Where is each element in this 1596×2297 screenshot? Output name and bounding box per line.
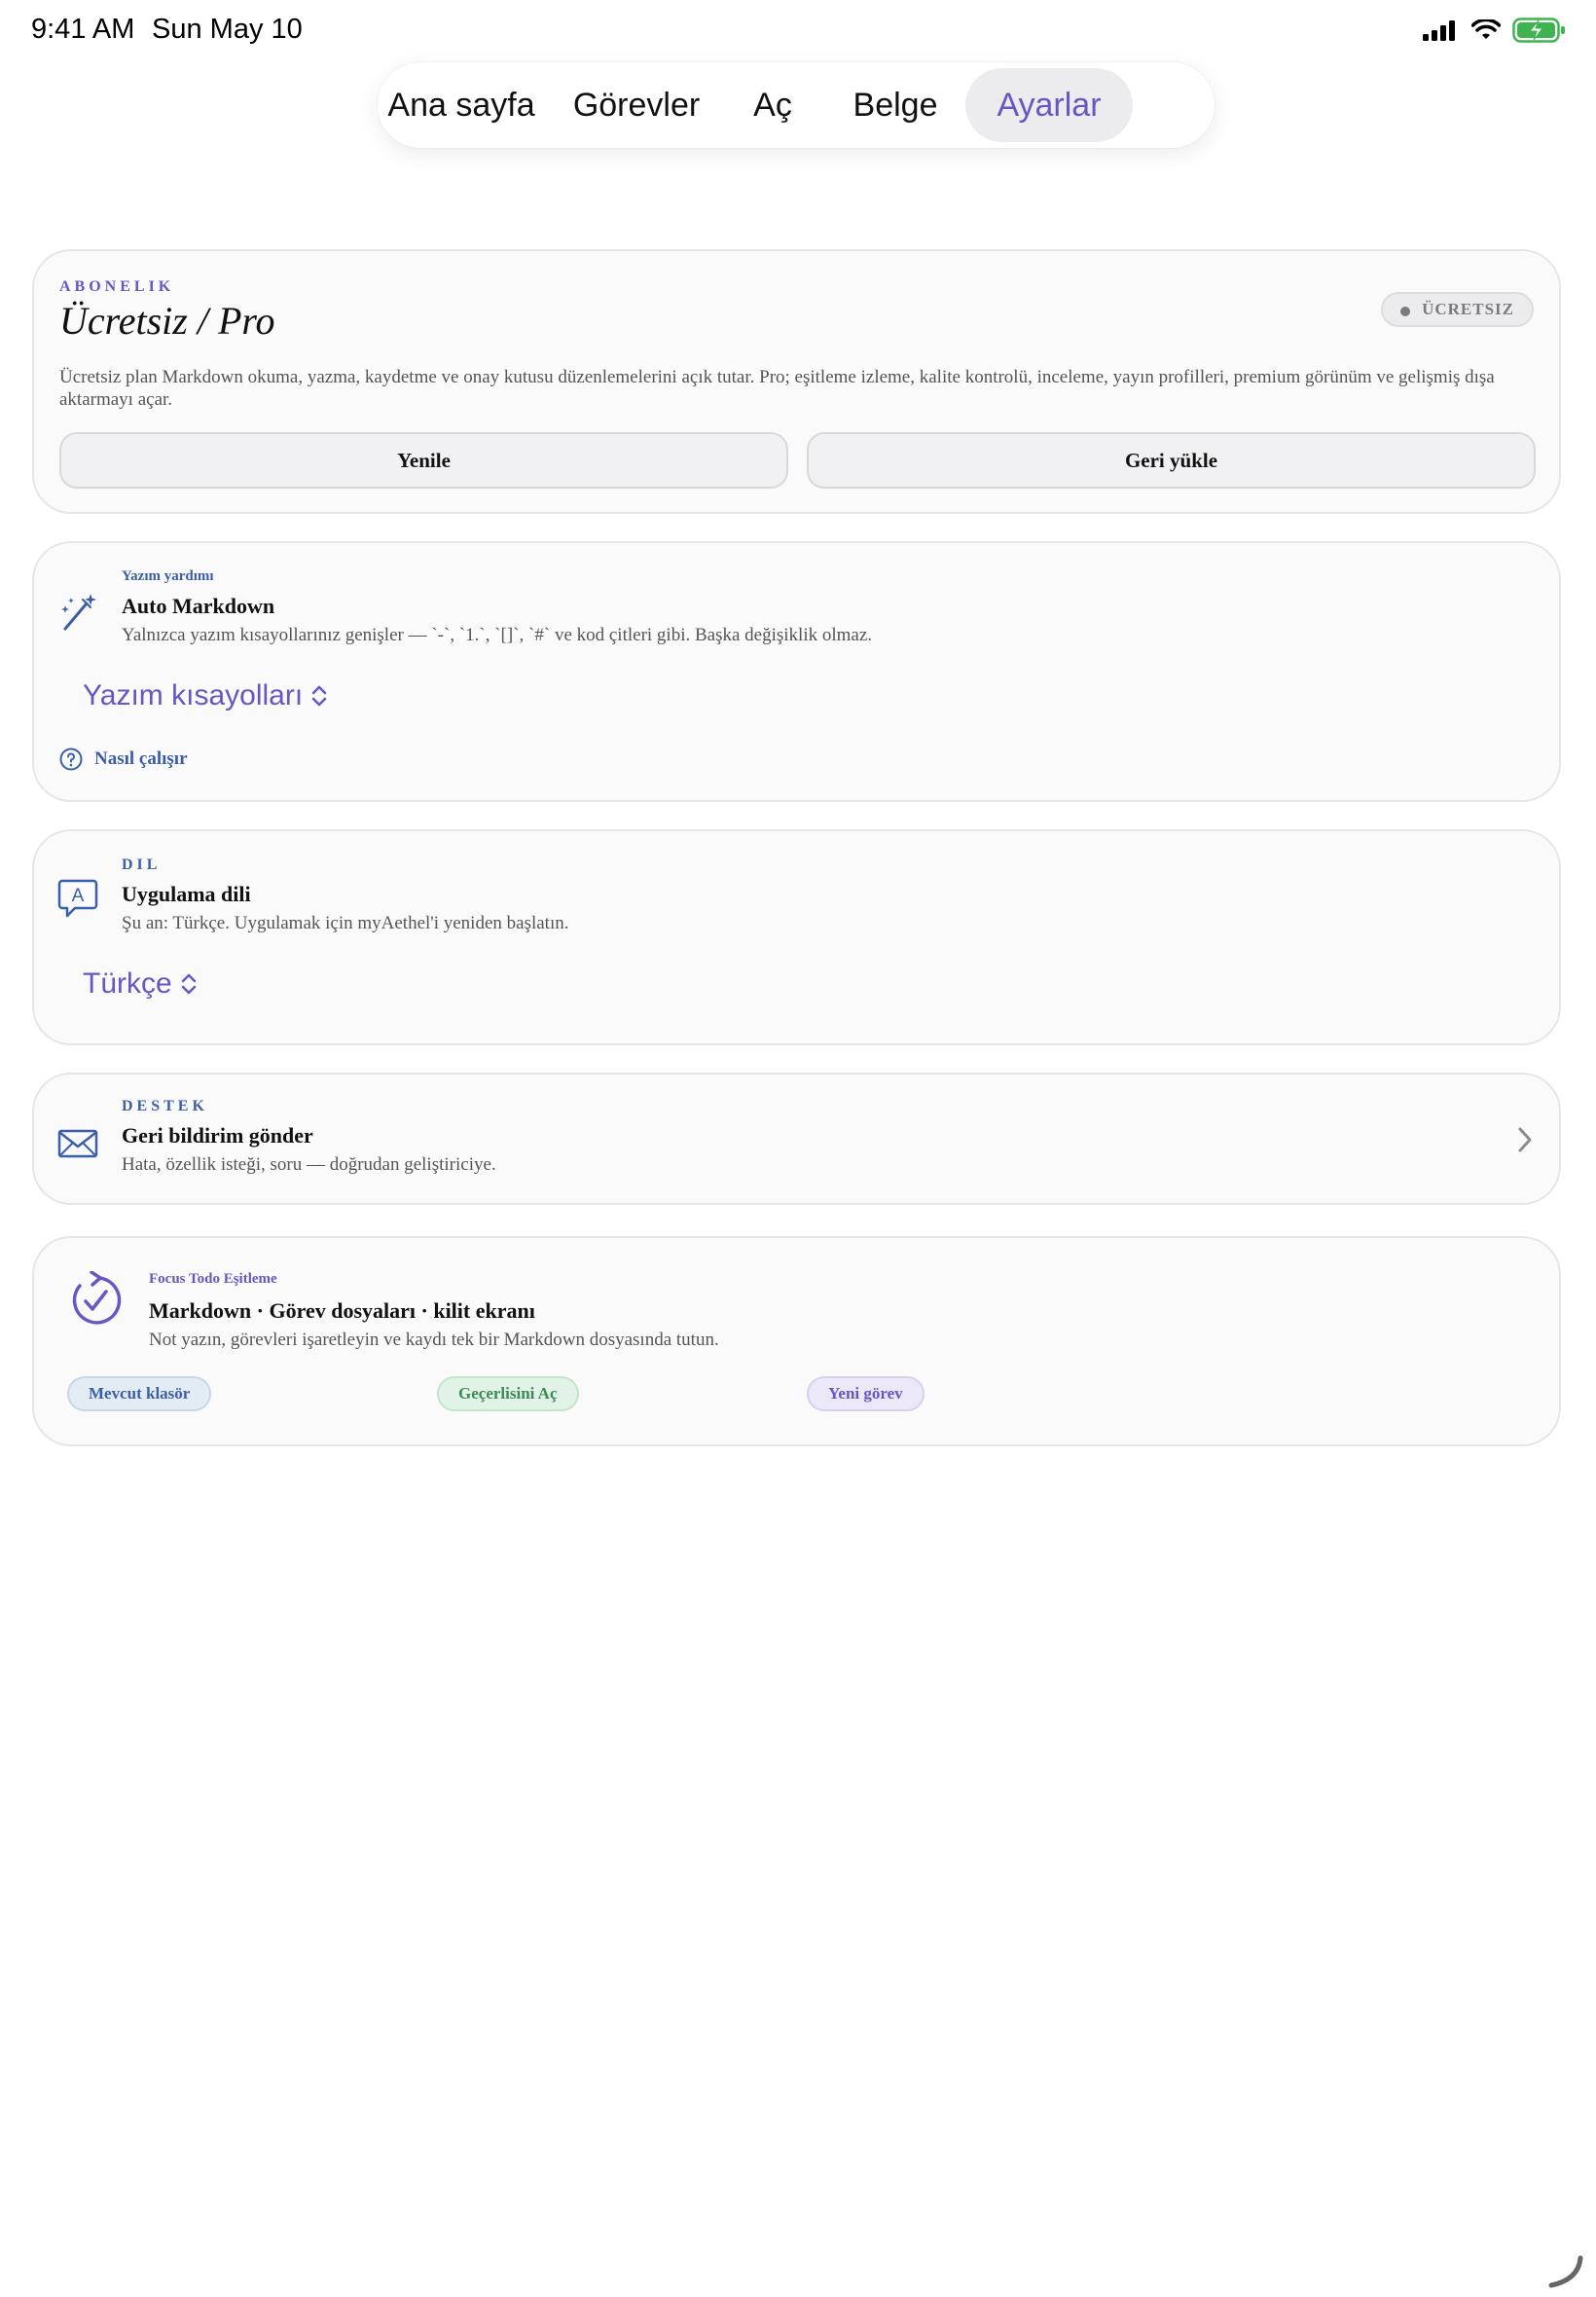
plan-status-badge: ÜCRETSIZ (1381, 292, 1534, 327)
language-title: Uygulama dili (122, 882, 251, 906)
subscription-eyebrow: ABONELIK (59, 278, 175, 295)
sync-eyebrow: Focus Todo Eşitleme (149, 1271, 277, 1287)
tab-home[interactable]: Ana sayfa (383, 68, 539, 142)
status-time: 9:41 AM (31, 14, 135, 45)
tab-settings[interactable]: Ayarlar (965, 68, 1133, 142)
svg-text:A: A (72, 886, 85, 906)
subscription-card: ABONELIK Ücretsiz / Pro ÜCRETSIZ Ücretsi… (32, 249, 1561, 514)
refresh-button[interactable]: Yenile (59, 432, 788, 489)
language-picker[interactable]: Türkçe (83, 967, 198, 1001)
tab-tasks[interactable]: Görevler (568, 68, 705, 142)
feedback-description: Hata, özellik isteği, soru — doğrudan ge… (122, 1154, 496, 1175)
envelope-icon (57, 1129, 98, 1158)
help-circle-icon (59, 747, 83, 771)
tab-bar: Ana sayfa Görevler Aç Belge Ayarlar (378, 62, 1215, 148)
battery-charging-icon (1512, 18, 1565, 43)
shortcut-mode-picker-value: Yazım kısayolları (83, 679, 304, 711)
open-current-chip[interactable]: Geçerlisini Aç (437, 1376, 579, 1411)
support-eyebrow: DESTEK (122, 1098, 208, 1114)
writing-assist-description: Yalnızca yazım kısayollarınız genişler —… (122, 625, 873, 645)
feedback-title: Geri bildirim gönder (122, 1123, 313, 1148)
shortcut-mode-picker[interactable]: Yazım kısayolları (83, 679, 328, 712)
status-date: Sun May 10 (152, 14, 303, 45)
how-it-works-label: Nasıl çalışır (94, 748, 188, 769)
subscription-description: Ücretsiz plan Markdown okuma, yazma, kay… (59, 367, 1495, 410)
language-eyebrow: DIL (122, 857, 162, 873)
status-bar: 9:41 AM Sun May 10 (0, 0, 1596, 62)
language-card: A DIL Uygulama dili Şu an: Türkçe. Uygul… (32, 829, 1561, 1045)
sync-check-icon (72, 1271, 122, 1325)
how-it-works-link[interactable]: Nasıl çalışır (59, 747, 188, 771)
writing-assist-card: Yazım yardımı Auto Markdown Yalnızca yaz… (32, 541, 1561, 802)
current-folder-chip[interactable]: Mevcut klasör (67, 1376, 212, 1411)
sync-card: Focus Todo Eşitleme Markdown · Görev dos… (32, 1236, 1561, 1446)
magic-wand-icon (61, 594, 96, 631)
chevron-up-down-icon (181, 973, 196, 995)
status-icons (1423, 18, 1567, 43)
feedback-card[interactable]: DESTEK Geri bildirim gönder Hata, özelli… (32, 1073, 1561, 1205)
home-indicator-icon (1548, 2255, 1583, 2288)
subscription-title: Ücretsiz / Pro (59, 299, 275, 343)
writing-assist-eyebrow: Yazım yardımı (122, 568, 214, 584)
new-task-chip[interactable]: Yeni görev (807, 1376, 925, 1411)
chevron-up-down-icon (311, 685, 327, 707)
language-bubble-icon: A (57, 879, 98, 918)
language-picker-value: Türkçe (83, 967, 172, 1000)
tab-document[interactable]: Belge (847, 68, 944, 142)
writing-assist-title: Auto Markdown (122, 594, 275, 618)
restore-button[interactable]: Geri yükle (807, 432, 1536, 489)
sync-title: Markdown · Görev dosyaları · kilit ekran… (149, 1298, 535, 1323)
chevron-right-icon (1518, 1127, 1532, 1152)
wifi-icon (1471, 19, 1501, 39)
cellular-signal-icon (1423, 20, 1455, 41)
language-description: Şu an: Türkçe. Uygulamak için myAethel'i… (122, 913, 569, 933)
sync-description: Not yazın, görevleri işaretleyin ve kayd… (149, 1330, 719, 1350)
tab-open[interactable]: Aç (744, 68, 802, 142)
